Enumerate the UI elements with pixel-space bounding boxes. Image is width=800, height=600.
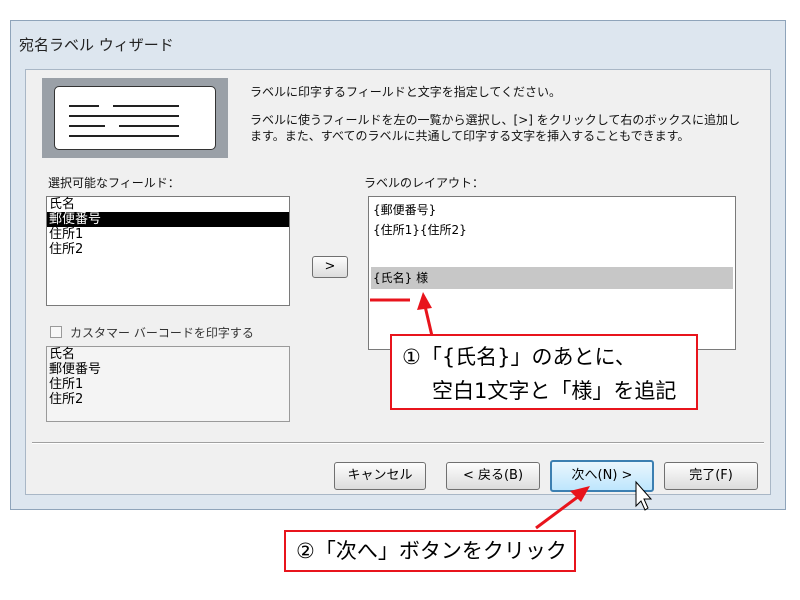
barcode-fields-listbox[interactable]: 氏名 郵便番号 住所1 住所2 (46, 346, 290, 422)
finish-button[interactable]: 完了(F) (664, 462, 758, 490)
list-item: 郵便番号 (49, 362, 102, 377)
callout-1: ①「{氏名}」のあとに、 空白1文字と「様」を追記 (390, 334, 698, 410)
instruction-text-1: ラベルに印字するフィールドと文字を指定してください。 (250, 85, 562, 99)
callout-1-line-1: ①「{氏名}」のあとに、 (402, 345, 636, 369)
label-card-icon (54, 86, 216, 150)
list-item: 住所2 (49, 392, 84, 407)
wizard-content: ラベルに印字するフィールドと文字を指定してください。 ラベルに使うフィールドを左… (25, 69, 771, 495)
layout-line-postal[interactable]: {郵便番号} (373, 203, 436, 218)
callout-2-text: ②「次へ」ボタンをクリック (296, 539, 567, 563)
back-button[interactable]: < 戻る(B) (446, 462, 540, 490)
next-button[interactable]: 次へ(N) > (550, 460, 654, 492)
instruction-text-2: ラベルに使うフィールドを左の一覧から選択し、[>] をクリックして右のボックスに… (250, 113, 741, 127)
layout-line-address[interactable]: {住所1}{住所2} (373, 223, 467, 238)
list-item[interactable]: 住所1 (47, 227, 289, 242)
cancel-button[interactable]: キャンセル (334, 462, 426, 490)
list-item-selected[interactable]: 郵便番号 (47, 212, 289, 227)
wizard-window: 宛名ラベル ウィザード ラベルに印字するフィールドと文字を指定してください。 ラ… (10, 20, 786, 510)
list-item: 氏名 (49, 347, 76, 362)
title-bar: 宛名ラベル ウィザード (11, 21, 785, 65)
add-field-button[interactable]: > (312, 256, 348, 278)
barcode-checkbox-label: カスタマー バーコードを印字する (70, 326, 254, 340)
callout-2: ②「次へ」ボタンをクリック (284, 530, 576, 572)
label-layout-box[interactable]: {郵便番号} {住所1}{住所2} {氏名} 様 (368, 196, 736, 350)
layout-line-name[interactable]: {氏名} 様 (373, 271, 428, 286)
available-fields-listbox[interactable]: 氏名 郵便番号 住所1 住所2 (46, 196, 290, 306)
list-item: 住所1 (49, 377, 84, 392)
window-title: 宛名ラベル ウィザード (19, 36, 174, 54)
instruction-text-3: ます。また、すべてのラベルに共通して印字する文字を挿入することもできます。 (250, 129, 690, 143)
callout-1-line-2: 空白1文字と「様」を追記 (432, 379, 677, 403)
separator (32, 442, 764, 444)
available-fields-label: 選択可能なフィールド： (48, 176, 180, 190)
list-item[interactable]: 住所2 (47, 242, 289, 257)
list-item[interactable]: 氏名 (47, 197, 289, 212)
label-illustration-icon (42, 78, 228, 158)
barcode-checkbox[interactable] (50, 326, 62, 338)
label-layout-label: ラベルのレイアウト： (364, 176, 485, 190)
